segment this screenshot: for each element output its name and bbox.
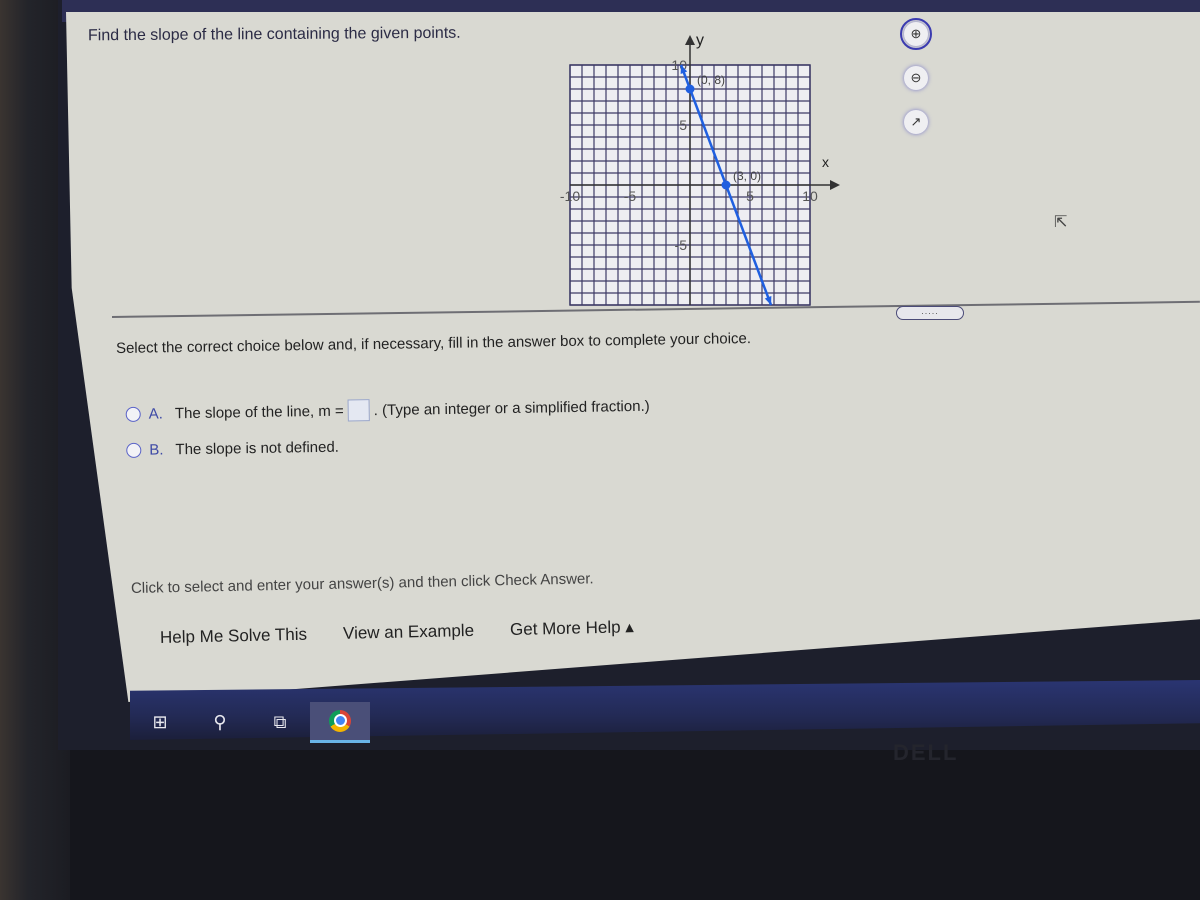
mouse-cursor-icon: ⇱: [1054, 214, 1068, 231]
graph-tools: ⊕ ⊖ ↗: [896, 18, 936, 154]
search-icon: ⚲: [213, 711, 227, 732]
popout-icon: ↗: [910, 114, 922, 129]
chrome-taskbar-button[interactable]: [310, 701, 370, 743]
y-tick-label: 5: [679, 117, 687, 133]
y-axis-label: y: [696, 32, 704, 49]
choice-a-letter: A.: [148, 404, 164, 423]
choice-a-text: The slope of the line, m =: [174, 402, 344, 422]
choice-b-radio[interactable]: [126, 442, 142, 458]
choice-a-radio[interactable]: [125, 406, 141, 422]
data-point: [721, 180, 731, 190]
view-example-button[interactable]: View an Example: [343, 621, 474, 644]
coordinate-graph: -10 -5 5 10105-5 x y (0, 8)(3, 0): [560, 32, 840, 306]
help-me-solve-button[interactable]: Help Me Solve This: [160, 625, 308, 648]
zoom-out-icon: ⊖: [910, 70, 922, 85]
start-button[interactable]: ⊞: [130, 700, 190, 744]
slope-answer-input[interactable]: [347, 399, 370, 422]
choice-b-letter: B.: [149, 440, 164, 459]
taskbar-icons: ⊞ ⚲ ⧉: [130, 700, 370, 744]
x-axis-arrow: [830, 180, 840, 190]
zoom-out-button[interactable]: ⊖: [904, 66, 928, 90]
task-view-icon: ⧉: [273, 711, 287, 732]
choice-a-hint: . (Type an integer or a simplified fract…: [373, 397, 650, 419]
answer-choices: A. The slope of the line, m = . (Type an…: [125, 388, 650, 468]
popout-button[interactable]: ↗: [904, 110, 928, 134]
point-label: (0, 8): [697, 73, 725, 87]
search-button[interactable]: ⚲: [190, 700, 250, 744]
data-point: [685, 84, 695, 94]
windows-icon: ⊞: [152, 711, 168, 732]
x-tick-label: -5: [624, 188, 637, 204]
expand-button[interactable]: .....: [896, 306, 964, 320]
x-axis-label: x: [822, 154, 829, 170]
y-axis-arrow: [685, 35, 695, 45]
choice-b-text: The slope is not defined.: [175, 438, 340, 458]
get-more-help-button[interactable]: Get More Help ▴: [510, 617, 634, 640]
dell-logo: DELL: [893, 740, 959, 765]
question-title: Find the slope of the line containing th…: [87, 24, 461, 45]
zoom-in-icon: ⊕: [910, 26, 922, 41]
x-tick-label: -10: [560, 188, 580, 204]
chrome-icon: [329, 709, 351, 732]
task-view-button[interactable]: ⧉: [250, 700, 310, 744]
x-tick-label: 10: [802, 188, 818, 204]
zoom-in-button[interactable]: ⊕: [900, 18, 932, 50]
point-label: (3, 0): [733, 169, 761, 183]
x-tick-label: 5: [746, 188, 754, 204]
y-tick-label: -5: [675, 237, 688, 253]
